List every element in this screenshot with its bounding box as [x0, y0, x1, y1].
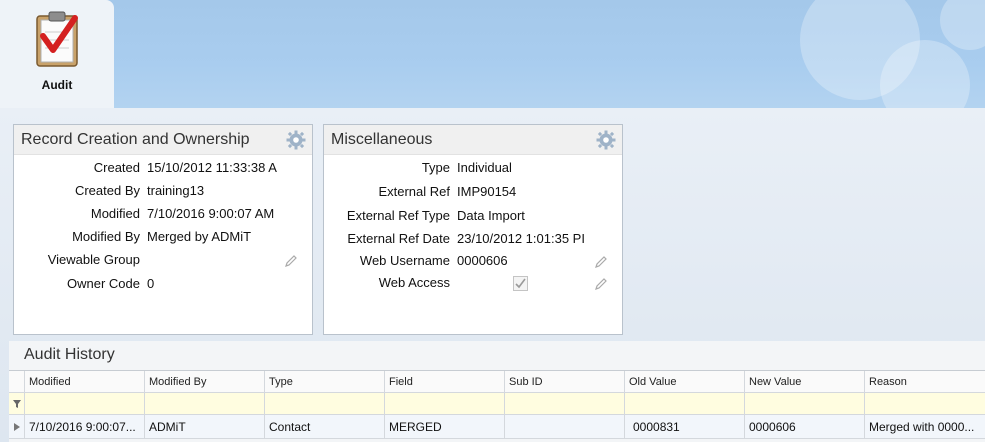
- column-header-modified-by[interactable]: Modified By: [145, 371, 265, 392]
- field-external-ref-type: External Ref Type Data Import: [324, 208, 622, 228]
- audit-history-grid: Modified Modified By Type Field Sub ID O…: [9, 370, 985, 439]
- field-modified: Modified 7/10/2016 9:00:07 AM: [14, 206, 312, 226]
- top-banner: Audit: [0, 0, 985, 108]
- field-owner-code: Owner Code 0: [14, 276, 312, 296]
- table-row[interactable]: 7/10/2016 9:00:07... ADMiT Contact MERGE…: [9, 415, 985, 439]
- field-label: Created: [93, 160, 140, 175]
- pencil-icon[interactable]: [594, 277, 608, 291]
- field-external-ref-date: External Ref Date 23/10/2012 1:01:35 PI: [324, 231, 622, 251]
- panel-title: Miscellaneous: [331, 131, 433, 148]
- field-label: Web Username: [359, 253, 450, 268]
- field-modified-by: Modified By Merged by ADMiT: [14, 229, 312, 249]
- panel-header: Record Creation and Ownership: [14, 125, 312, 155]
- field-label: External Ref Type: [346, 208, 450, 223]
- panel-title: Record Creation and Ownership: [21, 131, 250, 148]
- field-label: Owner Code: [67, 276, 140, 291]
- audit-history-section: Audit History Modified Modified By Type …: [9, 341, 985, 442]
- header-indicator-cell: [9, 371, 25, 392]
- cell-new-value: 0000606: [745, 415, 865, 438]
- cell-modified: 7/10/2016 9:00:07...: [25, 415, 145, 438]
- gear-icon[interactable]: [286, 130, 306, 150]
- field-value: 0000606: [457, 253, 508, 268]
- cell-sub-id: [505, 415, 625, 438]
- field-value: 15/10/2012 11:33:38 A: [147, 160, 277, 175]
- field-value: Individual: [457, 160, 512, 175]
- column-header-old-value[interactable]: Old Value: [625, 371, 745, 392]
- filter-cell-type[interactable]: [265, 393, 385, 414]
- filter-cell-reason[interactable]: [865, 393, 985, 414]
- cell-reason: Merged with 0000...: [869, 419, 975, 434]
- filter-cell-field[interactable]: [385, 393, 505, 414]
- field-label: Modified By: [72, 229, 140, 244]
- pencil-icon[interactable]: [284, 254, 298, 268]
- field-type: Type Individual: [324, 160, 622, 180]
- field-label: Modified: [90, 206, 140, 221]
- filter-cell-new-value[interactable]: [745, 393, 865, 414]
- field-label: External Ref: [378, 184, 450, 199]
- field-web-access: Web Access: [324, 275, 622, 295]
- web-access-checkbox[interactable]: [513, 276, 528, 291]
- field-created: Created 15/10/2012 11:33:38 A: [14, 160, 312, 180]
- row-expand-icon[interactable]: [9, 415, 25, 438]
- field-value: Data Import: [457, 208, 525, 223]
- pencil-icon[interactable]: [594, 255, 608, 269]
- field-web-username: Web Username 0000606: [324, 253, 622, 273]
- filter-cell-old-value[interactable]: [625, 393, 745, 414]
- record-creation-panel: Record Creation and Ownership Created 15…: [13, 124, 313, 335]
- field-value: 0: [147, 276, 155, 291]
- field-label: Viewable Group: [47, 252, 140, 267]
- tab-audit[interactable]: Audit: [0, 0, 114, 108]
- column-header-modified[interactable]: Modified: [25, 371, 145, 392]
- cell-modified-by: ADMiT: [145, 415, 265, 438]
- field-value: 23/10/2012 1:01:35 PI: [457, 231, 585, 246]
- field-label: Web Access: [378, 275, 450, 290]
- filter-cell-modified[interactable]: [25, 393, 145, 414]
- puzzle-decoration: [940, 0, 985, 50]
- field-label: Type: [421, 160, 450, 175]
- audit-history-title: Audit History: [24, 346, 115, 363]
- panel-header: Miscellaneous: [324, 125, 622, 155]
- clipboard-check-icon: [36, 11, 78, 67]
- grid-filter-row: [9, 393, 985, 415]
- field-created-by: Created By training13: [14, 183, 312, 203]
- filter-cell-modified-by[interactable]: [145, 393, 265, 414]
- filter-cell-sub-id[interactable]: [505, 393, 625, 414]
- column-header-new-value[interactable]: New Value: [745, 371, 865, 392]
- gear-icon[interactable]: [596, 130, 616, 150]
- field-viewable-group: Viewable Group: [14, 252, 312, 272]
- column-header-type[interactable]: Type: [265, 371, 385, 392]
- field-label: External Ref Date: [347, 231, 450, 246]
- column-header-field[interactable]: Field: [385, 371, 505, 392]
- column-header-sub-id[interactable]: Sub ID: [505, 371, 625, 392]
- field-label: Created By: [74, 183, 140, 198]
- miscellaneous-panel: Miscellaneous Type Individual External R…: [323, 124, 623, 335]
- field-value: Merged by ADMiT: [147, 229, 252, 244]
- grid-header-row: Modified Modified By Type Field Sub ID O…: [9, 371, 985, 393]
- filter-icon[interactable]: [9, 393, 25, 414]
- cell-field: MERGED: [385, 415, 505, 438]
- field-external-ref: External Ref IMP90154: [324, 184, 622, 204]
- cell-type: Contact: [265, 415, 385, 438]
- field-value: training13: [147, 183, 205, 198]
- field-value: 7/10/2016 9:00:07 AM: [147, 206, 275, 221]
- column-header-reason[interactable]: Reason: [865, 371, 985, 392]
- field-value: IMP90154: [457, 184, 517, 199]
- cell-old-value: 0000831: [625, 415, 745, 438]
- tab-audit-label: Audit: [41, 78, 73, 92]
